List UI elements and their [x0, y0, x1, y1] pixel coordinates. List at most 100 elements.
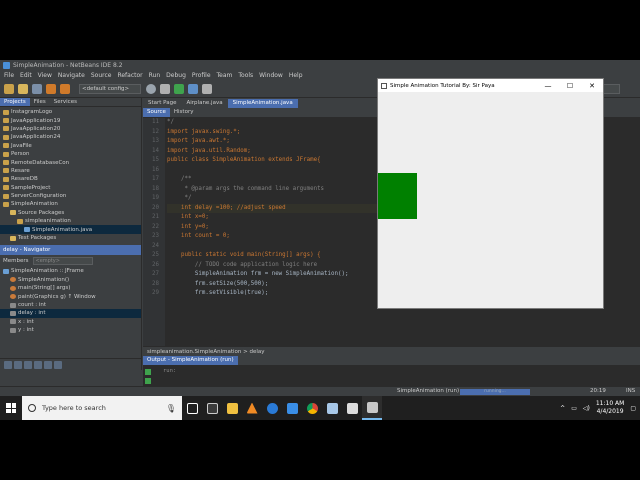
- tab-services[interactable]: Services: [50, 98, 81, 106]
- rerun-config-icon[interactable]: [145, 378, 151, 384]
- network-icon[interactable]: ▭: [571, 405, 577, 412]
- breadcrumb[interactable]: simpleanimation.SimpleAnimation > delay: [143, 346, 640, 356]
- progress-bar[interactable]: running...: [460, 389, 530, 395]
- chevron-up-icon[interactable]: ^: [560, 405, 565, 412]
- nav-item[interactable]: SimpleAnimation(): [0, 276, 141, 284]
- code-line[interactable]: 18 * @param args the command line argume…: [152, 185, 397, 195]
- code-line[interactable]: 29 frm.setVisible(true);: [152, 289, 397, 299]
- code-line[interactable]: 13 import java.awt.*;: [152, 137, 397, 147]
- microphone-icon[interactable]: 🎙: [166, 404, 176, 413]
- filter-icon[interactable]: [24, 360, 32, 369]
- menu-window[interactable]: Window: [259, 72, 283, 79]
- code-line[interactable]: 21 int x=0;: [152, 213, 397, 223]
- code-line[interactable]: 28 frm.setSize(500,500);: [152, 280, 397, 290]
- tab-projects[interactable]: Projects: [0, 98, 30, 106]
- taskbar-search[interactable]: Type here to search 🎙: [22, 396, 182, 420]
- code-line[interactable]: 23 int count = 0;: [152, 232, 397, 242]
- nav-item[interactable]: y : int: [0, 326, 141, 334]
- menu-refactor[interactable]: Refactor: [117, 72, 142, 79]
- tab-history[interactable]: History: [170, 108, 198, 117]
- nav-item[interactable]: SimpleAnimation :: JFrame: [0, 267, 141, 275]
- taskbar-app[interactable]: [342, 396, 362, 420]
- profile-icon[interactable]: [202, 83, 212, 94]
- menu-profile[interactable]: Profile: [192, 72, 211, 79]
- redo-icon[interactable]: [60, 83, 70, 94]
- code-line[interactable]: 27 SimpleAnimation frm = new SimpleAnima…: [152, 270, 397, 280]
- members-filter-select[interactable]: <empty>: [32, 256, 93, 265]
- clean-build-icon[interactable]: [160, 83, 170, 94]
- rerun-icon[interactable]: [145, 369, 151, 375]
- filter-icon[interactable]: [44, 360, 52, 369]
- tree-item[interactable]: JavaApplication24: [0, 133, 141, 141]
- nav-item[interactable]: count : int: [0, 301, 141, 309]
- task-view-button[interactable]: [182, 396, 202, 420]
- start-button[interactable]: [0, 396, 22, 420]
- menu-source[interactable]: Source: [91, 72, 112, 79]
- tree-item[interactable]: JavaApplication19: [0, 116, 141, 124]
- menu-view[interactable]: View: [38, 72, 52, 79]
- nav-item[interactable]: x : int: [0, 318, 141, 326]
- tree-item[interactable]: simpleanimation: [0, 217, 141, 225]
- tree-item[interactable]: ServerConfiguration: [0, 192, 141, 200]
- taskbar-app-active[interactable]: [362, 396, 382, 420]
- taskbar-app[interactable]: [222, 396, 242, 420]
- code-line[interactable]: 19 */: [152, 194, 397, 204]
- taskbar-app[interactable]: [322, 396, 342, 420]
- config-select[interactable]: <default config>: [79, 83, 141, 94]
- menu-team[interactable]: Team: [217, 72, 233, 79]
- filter-icon[interactable]: [54, 360, 62, 369]
- menu-file[interactable]: File: [4, 72, 14, 79]
- tab-airplane-java[interactable]: Airplane.java: [182, 99, 228, 108]
- filter-icon[interactable]: [34, 360, 42, 369]
- tree-item[interactable]: JavaFile: [0, 142, 141, 150]
- animation-window-titlebar[interactable]: Simple Animation Tutorial By: Sir Paya —…: [378, 79, 603, 92]
- tree-item-selected[interactable]: SimpleAnimation.java: [0, 225, 141, 234]
- code-line[interactable]: 17 /**: [152, 175, 397, 185]
- code-line[interactable]: 14 import java.util.Random;: [152, 147, 397, 157]
- code-line[interactable]: 12 import javax.swing.*;: [152, 128, 397, 138]
- taskbar-app[interactable]: [202, 396, 222, 420]
- filter-icon[interactable]: [14, 360, 22, 369]
- menu-navigate[interactable]: Navigate: [58, 72, 85, 79]
- run-icon[interactable]: [174, 83, 184, 94]
- tab-source[interactable]: Source: [143, 108, 170, 117]
- code-line[interactable]: 15 public class SimpleAnimation extends J…: [152, 156, 397, 166]
- tree-item[interactable]: Test Packages: [0, 234, 141, 242]
- code-line[interactable]: 11 */: [152, 118, 397, 128]
- filter-icon[interactable]: [4, 360, 12, 369]
- tab-simpleanimation-java[interactable]: SimpleAnimation.java: [227, 99, 298, 108]
- menu-tools[interactable]: Tools: [238, 72, 253, 79]
- tree-item[interactable]: Source Packages: [0, 209, 141, 217]
- tree-item[interactable]: Resare: [0, 167, 141, 175]
- code-line[interactable]: 25 public static void main(String[] args…: [152, 251, 397, 261]
- tree-item[interactable]: InstagramLogo: [0, 108, 141, 116]
- taskbar-app[interactable]: [262, 396, 282, 420]
- close-button[interactable]: ✕: [581, 82, 603, 90]
- nav-item-selected[interactable]: delay : int: [0, 309, 141, 318]
- code-area[interactable]: 11 */ 12 import javax.swing.*; 13 import java…: [152, 118, 397, 346]
- run-status[interactable]: SimpleAnimation (run): [397, 388, 459, 394]
- code-line[interactable]: 24: [152, 242, 397, 252]
- save-all-icon[interactable]: [32, 83, 42, 94]
- nav-item[interactable]: main(String[] args): [0, 284, 141, 292]
- code-line[interactable]: 16: [152, 166, 397, 176]
- tree-item[interactable]: JavaApplication20: [0, 125, 141, 133]
- taskbar-app[interactable]: [282, 396, 302, 420]
- tab-output[interactable]: Output - SimpleAnimation (run): [143, 356, 238, 365]
- code-line[interactable]: 22 int y=0;: [152, 223, 397, 233]
- tree-item[interactable]: ResareDB: [0, 175, 141, 183]
- maximize-button[interactable]: ☐: [559, 82, 581, 90]
- open-project-icon[interactable]: [18, 83, 28, 94]
- volume-icon[interactable]: ◁): [583, 405, 590, 412]
- undo-icon[interactable]: [46, 83, 56, 94]
- tree-item[interactable]: SampleProject: [0, 184, 141, 192]
- code-line[interactable]: 20 int delay =100; //adjust speed: [152, 203, 397, 213]
- debug-icon[interactable]: [188, 83, 198, 94]
- taskbar-app[interactable]: [302, 396, 322, 420]
- members-label[interactable]: Members: [3, 258, 29, 264]
- tab-start-page[interactable]: Start Page: [143, 99, 182, 108]
- menu-run[interactable]: Run: [149, 72, 161, 79]
- new-project-icon[interactable]: [4, 83, 14, 94]
- notifications-icon[interactable]: ▢: [630, 405, 636, 412]
- tree-item[interactable]: SimpleAnimation: [0, 200, 141, 208]
